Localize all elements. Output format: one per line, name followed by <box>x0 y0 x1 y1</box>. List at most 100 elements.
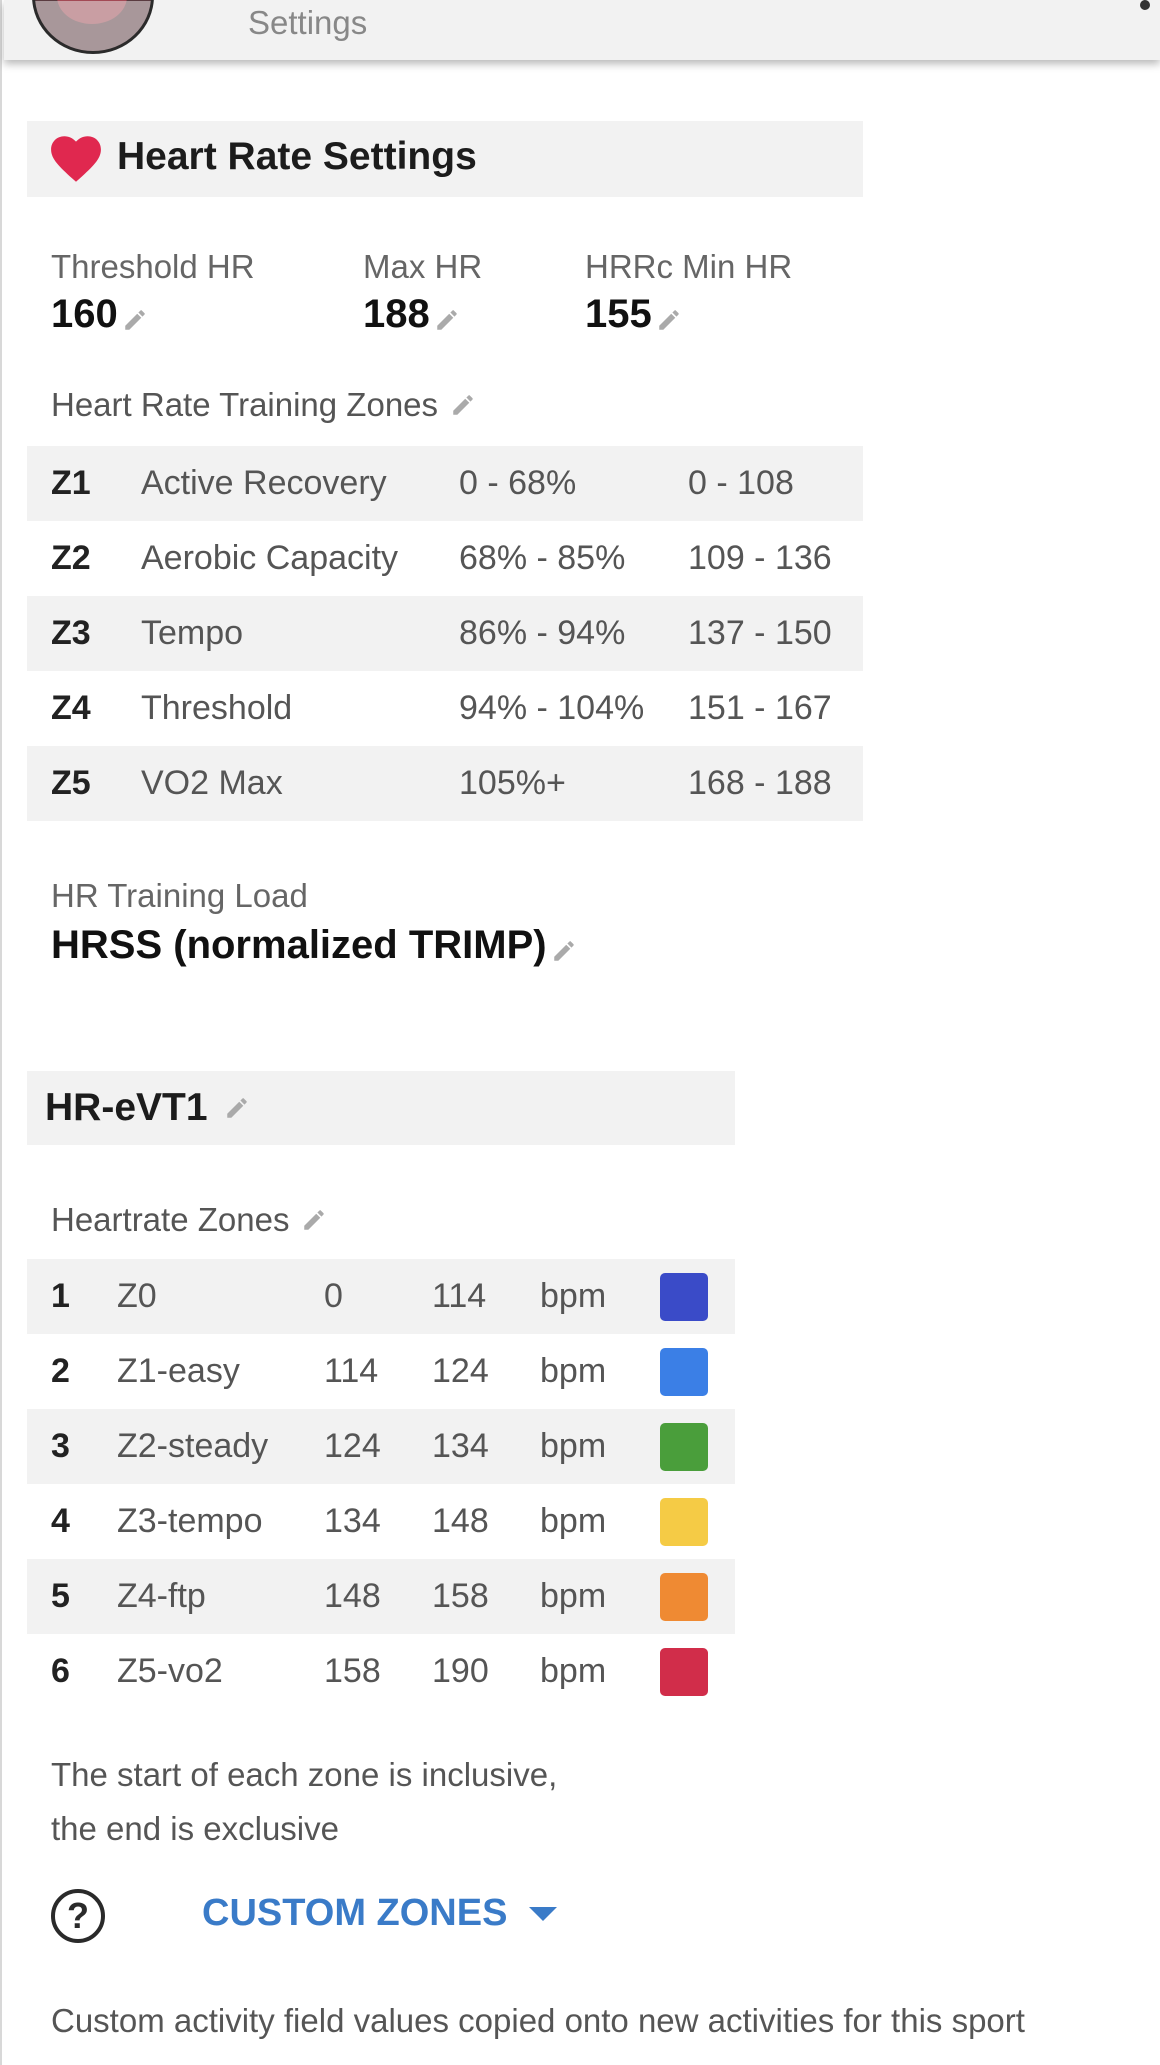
pencil-icon[interactable] <box>301 1207 327 1233</box>
hrrc-min-hr-stat[interactable]: HRRc Min HR 155 <box>585 248 792 337</box>
zone-color-swatch[interactable] <box>660 1497 708 1546</box>
heart-rate-settings-header: Heart Rate Settings <box>27 121 863 197</box>
zones-note-line-1: The start of each zone is inclusive, <box>51 1756 558 1793</box>
table-row: Z5 VO2 Max 105%+ 168 - 188 <box>27 746 863 821</box>
zone-name: Threshold <box>141 689 293 727</box>
zones-note-line-2: the end is exclusive <box>51 1810 339 1847</box>
zone-from: 124 <box>324 1409 432 1484</box>
zone-code: Z5 <box>27 746 141 821</box>
heartrate-zones-label: Heartrate Zones <box>51 1201 327 1239</box>
hr-evt1-title: HR-eVT1 <box>45 1086 208 1129</box>
overflow-menu-icon[interactable] <box>1140 0 1150 10</box>
zone-from: 0 <box>324 1259 432 1334</box>
zone-name: VO2 Max <box>141 746 459 821</box>
table-row: 2 Z1-easy 114 124 bpm <box>27 1334 735 1409</box>
zone-code: Z2 <box>51 539 91 577</box>
pencil-icon[interactable] <box>122 307 148 333</box>
threshold-hr-value: 160 <box>51 292 118 336</box>
zone-percent: 86% - 94% <box>459 596 688 671</box>
pencil-icon[interactable] <box>450 392 476 418</box>
zone-index: 6 <box>51 1652 70 1690</box>
zone-code: Z4 <box>51 689 91 727</box>
zone-color-swatch[interactable] <box>660 1422 708 1471</box>
zone-unit: bpm <box>540 1559 660 1634</box>
hrrc-min-hr-label: HRRc Min HR <box>585 248 793 285</box>
heartrate-zones-table: 1 Z0 0 114 bpm 2 Z1-easy 114 124 bpm 3 Z… <box>27 1259 735 1709</box>
zones-note: The start of each zone is inclusive, the… <box>51 1748 557 1856</box>
pencil-icon[interactable] <box>224 1095 250 1121</box>
page-subtitle: Settings <box>248 4 368 41</box>
hr-evt1-header: HR-eVT1 <box>27 1071 735 1145</box>
zone-bpm: 0 - 108 <box>688 446 863 521</box>
zone-color-swatch[interactable] <box>660 1647 708 1696</box>
zone-from: 114 <box>324 1352 379 1390</box>
zone-from: 134 <box>324 1502 381 1540</box>
zone-to: 134 <box>432 1409 540 1484</box>
zone-color-swatch[interactable] <box>660 1347 708 1396</box>
table-row: 4 Z3-tempo 134 148 bpm <box>27 1484 735 1559</box>
threshold-hr-label: Threshold HR <box>51 248 255 285</box>
zone-percent: 68% - 85% <box>459 539 626 577</box>
zone-index: 5 <box>27 1559 117 1634</box>
custom-zones-button[interactable]: CUSTOM ZONES <box>202 1892 558 1935</box>
zone-color-swatch[interactable] <box>660 1272 708 1321</box>
zone-percent: 105%+ <box>459 746 688 821</box>
zone-code: Z3 <box>27 596 141 671</box>
pencil-icon[interactable] <box>551 938 577 964</box>
page-left-border <box>0 0 2 2065</box>
zone-name: Z3-tempo <box>117 1502 263 1540</box>
pencil-icon[interactable] <box>434 307 460 333</box>
hr-training-load-value-row[interactable]: HRSS (normalized TRIMP) <box>51 923 577 968</box>
zone-color-swatch[interactable] <box>660 1572 708 1621</box>
avatar[interactable] <box>32 0 154 54</box>
table-row: Z2 Aerobic Capacity 68% - 85% 109 - 136 <box>27 521 863 596</box>
zone-index: 3 <box>27 1409 117 1484</box>
hr-training-load-label: HR Training Load <box>51 877 308 914</box>
zone-to: 114 <box>432 1259 540 1334</box>
max-hr-value: 188 <box>363 292 430 336</box>
app-top-bar: Settings <box>4 0 1160 60</box>
zone-name: Z5-vo2 <box>117 1652 223 1690</box>
table-row: 1 Z0 0 114 bpm <box>27 1259 735 1334</box>
zone-to: 124 <box>432 1352 489 1390</box>
zone-name: Active Recovery <box>141 446 459 521</box>
hr-training-zones-label: Heart Rate Training Zones <box>51 386 476 424</box>
heart-rate-settings-title: Heart Rate Settings <box>117 135 477 178</box>
zone-from: 148 <box>324 1559 432 1634</box>
heartrate-zones-text: Heartrate Zones <box>51 1201 290 1238</box>
zone-bpm: 137 - 150 <box>688 596 863 671</box>
zone-bpm: 168 - 188 <box>688 746 863 821</box>
table-row: Z1 Active Recovery 0 - 68% 0 - 108 <box>27 446 863 521</box>
table-row: 6 Z5-vo2 158 190 bpm <box>27 1634 735 1709</box>
caret-down-icon <box>529 1906 558 1921</box>
help-circle-icon[interactable]: ? <box>51 1889 105 1943</box>
custom-fields-description: Custom activity field values copied onto… <box>51 2002 1025 2039</box>
zone-unit: bpm <box>540 1502 607 1540</box>
zone-unit: bpm <box>540 1259 660 1334</box>
zone-code: Z1 <box>27 446 141 521</box>
hrrc-min-hr-value: 155 <box>585 292 652 336</box>
heart-icon <box>51 136 101 182</box>
threshold-hr-stat[interactable]: Threshold HR 160 <box>51 248 255 337</box>
zone-to: 148 <box>432 1502 489 1540</box>
zone-bpm: 109 - 136 <box>688 539 832 577</box>
pencil-icon[interactable] <box>656 307 682 333</box>
max-hr-stat[interactable]: Max HR 188 <box>363 248 482 337</box>
table-row: Z3 Tempo 86% - 94% 137 - 150 <box>27 596 863 671</box>
zone-name: Z1-easy <box>117 1352 240 1390</box>
max-hr-label: Max HR <box>363 248 483 285</box>
zone-name: Z0 <box>117 1259 324 1334</box>
zone-percent: 94% - 104% <box>459 689 645 727</box>
zone-name: Tempo <box>141 596 459 671</box>
zone-index: 1 <box>27 1259 117 1334</box>
zone-unit: bpm <box>540 1652 607 1690</box>
zone-unit: bpm <box>540 1352 607 1390</box>
zone-bpm: 151 - 167 <box>688 689 832 727</box>
hr-training-zones-table: Z1 Active Recovery 0 - 68% 0 - 108 Z2 Ae… <box>27 446 863 821</box>
zone-name: Z2-steady <box>117 1409 324 1484</box>
zone-from: 158 <box>324 1652 381 1690</box>
zone-to: 158 <box>432 1559 540 1634</box>
table-row: 3 Z2-steady 124 134 bpm <box>27 1409 735 1484</box>
zone-index: 2 <box>51 1352 70 1390</box>
table-row: 5 Z4-ftp 148 158 bpm <box>27 1559 735 1634</box>
